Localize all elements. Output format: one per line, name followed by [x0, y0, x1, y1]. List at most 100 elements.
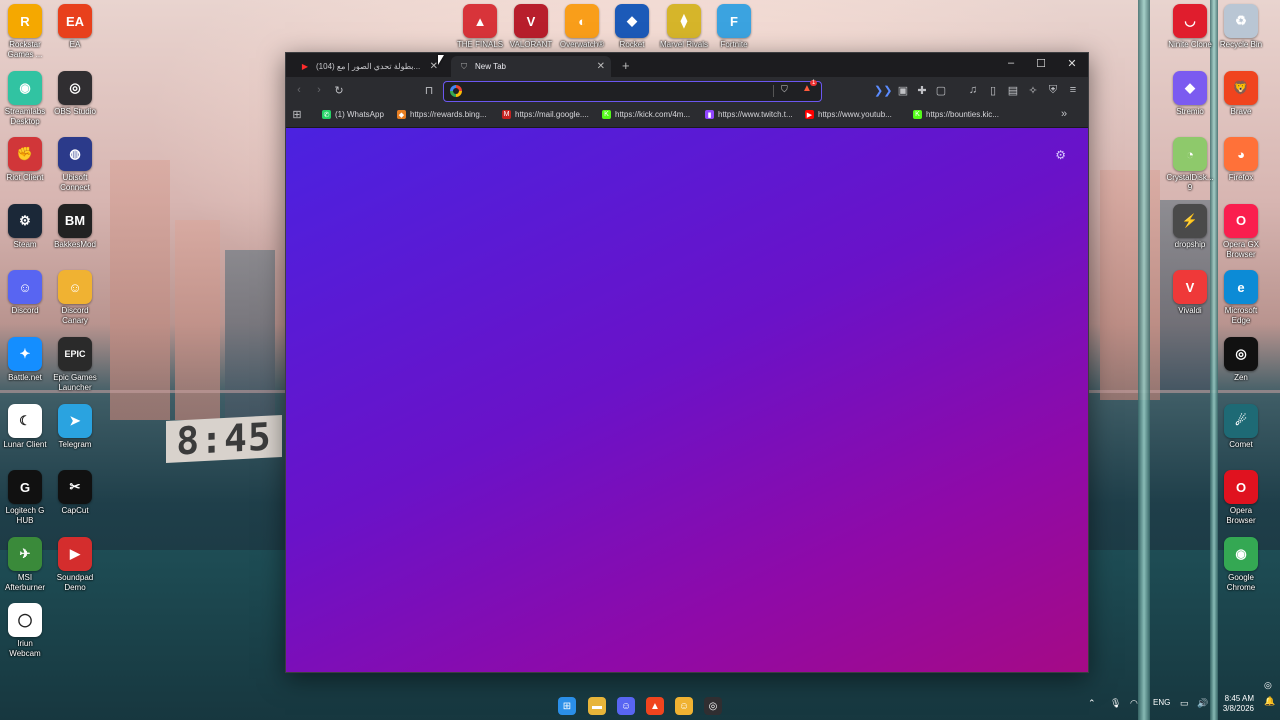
leo-ai-icon[interactable]: ✧	[1026, 84, 1040, 97]
wallpaper-building	[110, 160, 170, 420]
volume-icon[interactable]: 🔊	[1197, 698, 1208, 709]
desktop-shortcut[interactable]: ◐ Overwatch®	[554, 4, 610, 50]
close-tab-icon[interactable]: ✕	[597, 61, 605, 72]
notification-icon[interactable]: 🔔	[1264, 696, 1275, 707]
desktop-shortcut[interactable]: EPIC Epic Games Launcher	[47, 337, 103, 393]
close-window-button[interactable]: ✕	[1057, 57, 1087, 70]
sidebar-icon[interactable]: ▯	[986, 84, 1000, 97]
desktop-shortcut[interactable]: ✈ MSI Afterburner	[0, 536, 53, 593]
desktop-shortcut[interactable]: BM BakkesMod	[47, 203, 103, 250]
desktop-shortcut-label: Riot Client	[6, 173, 44, 183]
screenshot-icon[interactable]: ▢	[934, 84, 948, 97]
desktop-shortcut[interactable]: R Rockstar Games ...	[0, 4, 53, 60]
desktop-shortcut[interactable]: 🦁 Brave	[1213, 70, 1269, 117]
desktop-shortcut[interactable]: ◆ Stremio	[1162, 70, 1218, 117]
desktop-shortcut[interactable]: ◍ Ubisoft Connect	[47, 137, 103, 193]
menu-icon[interactable]: ≡	[1066, 84, 1080, 96]
display-icon[interactable]: ▭	[1180, 698, 1189, 709]
comet-icon: ☄	[1224, 403, 1258, 438]
bookmark-item[interactable]: Khttps://kick.com/4m...	[602, 110, 690, 119]
desktop-shortcut-label: Brave	[1230, 106, 1252, 116]
desktop-shortcut[interactable]: F Fortnite	[706, 4, 762, 50]
desktop-shortcut[interactable]: ◡ Ninite Clone	[1162, 4, 1218, 50]
desktop-shortcut[interactable]: ☺ Discord	[0, 270, 53, 316]
desktop-shortcut[interactable]: ☄ Comet	[1213, 403, 1269, 450]
desktop-shortcut[interactable]: G Logitech G HUB	[0, 470, 53, 526]
bookmark-item[interactable]: Mhttps://mail.google....	[502, 110, 589, 119]
desktop-shortcut[interactable]: ✦ Battle.net	[0, 337, 53, 383]
gear-icon[interactable]: ⚙	[1055, 148, 1066, 162]
desktop-shortcut[interactable]: ⚙ Steam	[0, 203, 53, 250]
desktop-shortcut[interactable]: ◎ OBS Studio	[47, 70, 103, 117]
close-tab-icon[interactable]: ✕	[430, 61, 438, 72]
media-icon[interactable]: ♫	[966, 84, 980, 96]
desktop-shortcut[interactable]: ☾ Lunar Client	[0, 403, 53, 450]
desktop-shortcut[interactable]: ♻ Recycle Bin	[1213, 4, 1269, 50]
back-icon[interactable]: ‹	[292, 84, 306, 96]
windows-start-icon[interactable]: ⊞	[558, 697, 576, 715]
bookmark-item[interactable]: Khttps://bounties.kic...	[913, 110, 999, 119]
youtube-icon: ▶	[301, 62, 309, 71]
desktop-shortcut[interactable]: V VALORANT	[503, 4, 559, 50]
maximize-button[interactable]: ☐	[1026, 57, 1056, 70]
new-tab-button[interactable]: +	[622, 58, 630, 73]
minimize-button[interactable]: –	[996, 57, 1026, 69]
extension-icon[interactable]: ▣	[896, 84, 910, 97]
obs-icon[interactable]: ◎	[704, 697, 722, 715]
desktop-shortcut[interactable]: ✊ Riot Client	[0, 137, 53, 183]
apps-grid-icon[interactable]: ⊞	[290, 108, 304, 121]
desktop-shortcut[interactable]: O Opera GX Browser	[1213, 203, 1269, 260]
chevron-up-icon[interactable]: ⌃	[1088, 698, 1096, 709]
brave-icon[interactable]: ▲	[646, 697, 664, 715]
desktop-shortcut-label: Microsoft Edge	[1224, 306, 1258, 326]
microphone-icon[interactable]: 🎙	[1110, 698, 1121, 709]
soundpad-icon: ▶	[58, 536, 92, 571]
lunar-client-icon: ☾	[8, 403, 42, 438]
clock[interactable]: 8:45 AM 3/8/2026	[1216, 694, 1254, 714]
desktop-shortcut[interactable]: ✂ CapCut	[47, 470, 103, 516]
discord-icon[interactable]: ☺	[617, 697, 635, 715]
discord-canary-icon: ☺	[58, 270, 92, 305]
bookmark-item[interactable]: ▮ https://www.twitch.t...	[705, 110, 793, 119]
vpn-icon[interactable]: ⛨	[1046, 84, 1060, 97]
tab-youtube[interactable]: ▶ (104) بطولة تحدي الصور | مع... ✕	[292, 56, 444, 77]
desktop-shortcut[interactable]: ◕ Firefox	[1213, 137, 1269, 183]
reload-icon[interactable]: ↻	[332, 84, 346, 97]
address-bar[interactable]: ⛉ ▲ 1	[443, 80, 822, 102]
puzzle-icon[interactable]: ✚	[915, 84, 929, 97]
tab-new-tab[interactable]: ⛉ New Tab ✕	[451, 56, 611, 77]
desktop-shortcut[interactable]: O Opera Browser	[1213, 470, 1269, 526]
desktop-shortcut[interactable]: V Vivaldi	[1162, 270, 1218, 316]
desktop-shortcut[interactable]: ◆ Rocket	[604, 4, 660, 50]
desktop-shortcut[interactable]: ➤ Telegram	[47, 403, 103, 450]
wallet-icon[interactable]: ▤	[1006, 84, 1020, 97]
desktop-shortcut-label: Discord	[11, 306, 39, 316]
desktop-shortcut[interactable]: ◉ Google Chrome	[1213, 536, 1269, 593]
address-input[interactable]	[466, 84, 770, 100]
desktop-shortcut[interactable]: ☺ Discord Canary	[47, 270, 103, 326]
bookmarks-overflow-button[interactable]: »	[1057, 108, 1071, 120]
desktop-shortcut-label: MSI Afterburner	[4, 572, 46, 592]
language-indicator[interactable]: ENG	[1153, 698, 1170, 707]
bookmark-item[interactable]: ◆ https://rewards.bing...	[397, 110, 486, 119]
bookmark-item[interactable]: ▶ https://www.youtub...	[805, 110, 892, 119]
file-explorer-icon[interactable]: ▬	[588, 697, 606, 715]
brave-shields-icon[interactable]: ⛉	[781, 84, 788, 95]
desktop-shortcut[interactable]: ▶ Soundpad Demo	[47, 536, 103, 593]
msi-afterburner-icon: ✈	[8, 536, 42, 571]
desktop-shortcut[interactable]: e Microsoft Edge	[1213, 270, 1269, 326]
speedreader-icon[interactable]: ❯❯	[874, 84, 892, 97]
desktop-shortcut[interactable]: ◯ Iriun Webcam	[0, 603, 53, 659]
desktop-shortcut[interactable]: ◉ Streamlabs Desktop	[0, 70, 53, 127]
bookmark-item[interactable]: ✆ (1) WhatsApp	[322, 110, 384, 119]
desktop-shortcut[interactable]: ▲ THE FINALS	[452, 4, 508, 50]
desktop-shortcut[interactable]: ⧫ Marvel Rivals	[656, 4, 712, 50]
desktop-shortcut[interactable]: ⚡ dropship	[1162, 203, 1218, 250]
desktop-shortcut[interactable]: ◔ CrystalDisk... 9	[1162, 137, 1218, 193]
bookmark-icon[interactable]: ⊓	[422, 84, 436, 97]
forward-icon[interactable]: ›	[312, 84, 326, 96]
desktop-shortcut[interactable]: EA EA	[47, 4, 103, 50]
discord-canary-icon[interactable]: ☺	[675, 697, 693, 715]
capcut-icon: ✂	[58, 470, 92, 505]
desktop-shortcut[interactable]: ◎ Zen	[1213, 337, 1269, 383]
